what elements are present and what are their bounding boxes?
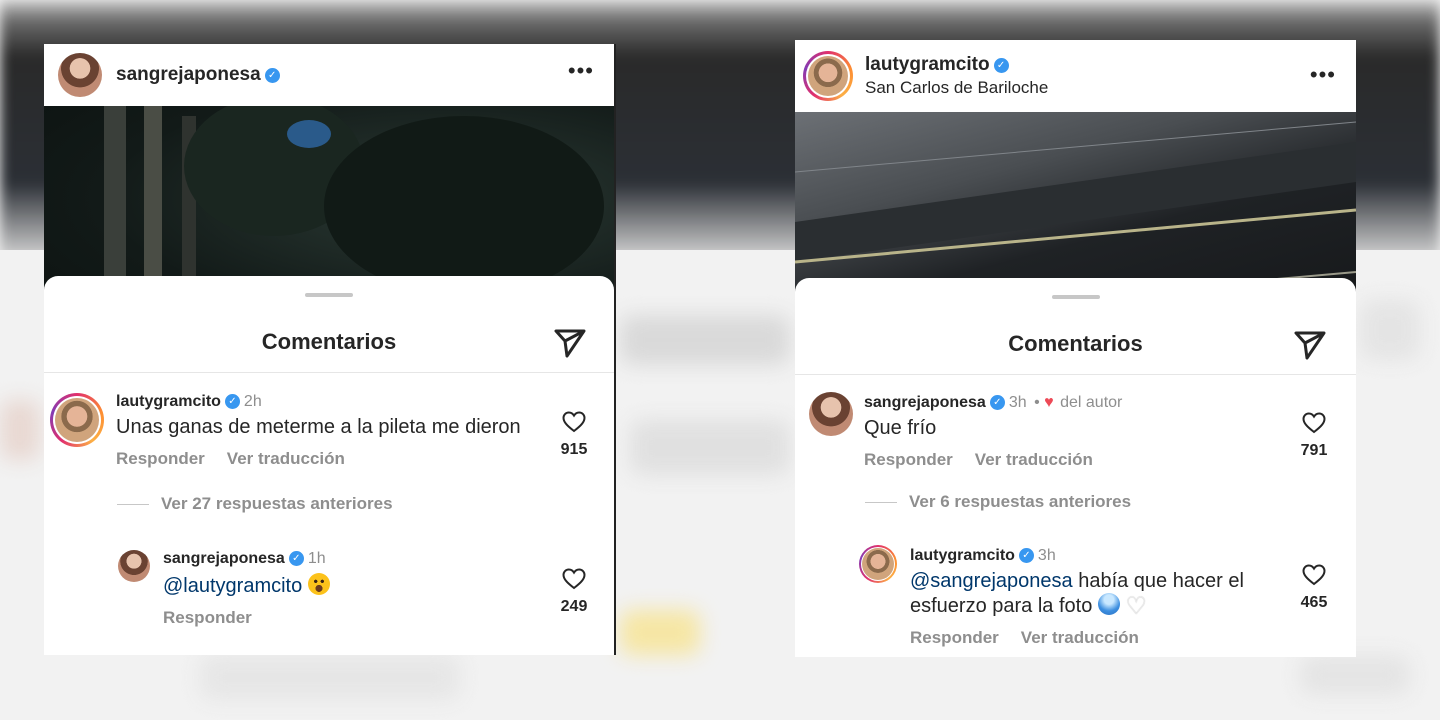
post-header: lautygramcito ✓ San Carlos de Bariloche •…: [795, 40, 1356, 112]
send-icon[interactable]: [1294, 330, 1326, 360]
author-username[interactable]: sangrejaponesa: [116, 64, 261, 86]
comment: sangrejaponesa ✓ 3h • ♥ del autor Que frío…: [864, 394, 1122, 470]
comment-text: Unas ganas de meterme a la pileta me die…: [116, 416, 521, 438]
author-avatar[interactable]: [58, 53, 102, 97]
heart-icon[interactable]: [1302, 412, 1326, 434]
post-location[interactable]: San Carlos de Bariloche: [865, 78, 1048, 98]
commenter-avatar-ring[interactable]: [50, 393, 104, 447]
mention-link[interactable]: @lautygramcito: [163, 575, 302, 597]
like-count: 791: [1300, 442, 1328, 459]
comment: lautygramcito ✓ 2h Unas ganas de meterme a…: [116, 393, 521, 469]
send-icon[interactable]: [554, 328, 586, 358]
view-replies-button[interactable]: Ver 27 respuestas anteriores: [117, 494, 393, 514]
like-count: 465: [1300, 594, 1328, 611]
translate-button[interactable]: Ver traducción: [975, 450, 1093, 469]
reply-like: 465: [1294, 564, 1334, 612]
author-liked-label: del autor: [1060, 394, 1123, 411]
reply-avatar: [862, 548, 894, 580]
reply-button[interactable]: Responder: [163, 608, 252, 627]
comments-title: Comentarios: [1008, 331, 1143, 356]
cold-face-emoji: [1097, 593, 1120, 615]
reply-username[interactable]: lautygramcito: [910, 547, 1015, 564]
reply-time: 1h: [307, 550, 326, 567]
verified-icon: ✓: [993, 58, 1009, 74]
sheet-grabber[interactable]: [305, 293, 353, 297]
comments-title: Comentarios: [261, 329, 397, 354]
red-heart-icon: ♥: [1044, 394, 1054, 411]
commenter-avatar[interactable]: [809, 392, 853, 436]
verified-icon: ✓: [224, 394, 240, 410]
background-blob: [200, 655, 460, 700]
reply-comment: sangrejaponesa ✓ 1h @lautygramcito Respond…: [163, 550, 330, 628]
heart-icon[interactable]: [562, 568, 586, 590]
left-post-screenshot: sangrejaponesa ✓ ••• Comentarios lautygr…: [44, 44, 616, 655]
view-replies-label: Ver 27 respuestas anteriores: [161, 494, 393, 513]
post-header: sangrejaponesa ✓ •••: [44, 44, 614, 106]
hushed-face-emoji: [307, 573, 330, 595]
reply-like: 249: [554, 568, 594, 616]
comment-like: 915: [554, 411, 594, 459]
more-options-icon[interactable]: •••: [1310, 62, 1336, 88]
view-replies-label: Ver 6 respuestas anteriores: [909, 492, 1132, 511]
reply-button[interactable]: Responder: [116, 449, 205, 468]
background-blob: [1300, 655, 1410, 695]
comment-text: Que frío: [864, 417, 937, 439]
comment-like: 791: [1294, 412, 1334, 460]
background-blob: [1360, 300, 1420, 360]
background-blob: [630, 420, 790, 475]
comment-username[interactable]: lautygramcito: [116, 393, 221, 410]
like-count: 915: [560, 441, 588, 458]
heart-icon[interactable]: [1302, 564, 1326, 586]
verified-icon: ✓: [288, 551, 304, 567]
reply-comment: lautygramcito ✓ 3h @sangrejaponesa había q…: [910, 547, 1270, 648]
verified-icon: ✓: [1018, 548, 1034, 564]
comments-sheet: Comentarios sangrejaponesa ✓ 3h • ♥ del au…: [795, 278, 1356, 657]
reply-username[interactable]: sangrejaponesa: [163, 550, 285, 567]
background-blob: [620, 610, 700, 655]
comment-time: 2h: [243, 393, 262, 410]
author-username[interactable]: lautygramcito: [865, 54, 990, 75]
verified-icon: ✓: [989, 395, 1005, 411]
sheet-grabber[interactable]: [1051, 295, 1100, 299]
like-count: 249: [560, 598, 588, 615]
view-replies-button[interactable]: Ver 6 respuestas anteriores: [865, 492, 1131, 512]
reply-time: 3h: [1037, 547, 1056, 564]
author-avatar: [808, 56, 848, 96]
reply-button[interactable]: Responder: [910, 628, 999, 647]
right-post-screenshot: lautygramcito ✓ San Carlos de Bariloche •…: [795, 40, 1356, 657]
sheet-divider: [795, 374, 1356, 375]
reply-button[interactable]: Responder: [864, 450, 953, 469]
reply-avatar[interactable]: [118, 550, 150, 582]
mention-link[interactable]: @sangrejaponesa: [910, 570, 1073, 592]
author-avatar-ring[interactable]: [803, 51, 853, 101]
verified-icon: ✓: [264, 67, 280, 83]
reply-avatar-ring[interactable]: [859, 545, 897, 583]
replies-line: [865, 502, 897, 504]
more-options-icon[interactable]: •••: [568, 58, 594, 84]
background-blob: [0, 400, 40, 460]
separator-dot: •: [1034, 394, 1040, 411]
translate-button[interactable]: Ver traducción: [1021, 628, 1139, 647]
comment-username[interactable]: sangrejaponesa: [864, 394, 986, 411]
sheet-divider: [44, 372, 614, 373]
comments-sheet: Comentarios lautygramcito ✓ 2h Unas ganas …: [44, 276, 614, 655]
heart-icon[interactable]: [562, 411, 586, 433]
replies-line: [117, 504, 149, 506]
background-blob: [620, 315, 790, 365]
white-heart-emoji: ♡: [1125, 593, 1147, 620]
comment-time: 3h: [1008, 394, 1027, 411]
commenter-avatar: [55, 398, 99, 442]
translate-button[interactable]: Ver traducción: [227, 449, 345, 468]
